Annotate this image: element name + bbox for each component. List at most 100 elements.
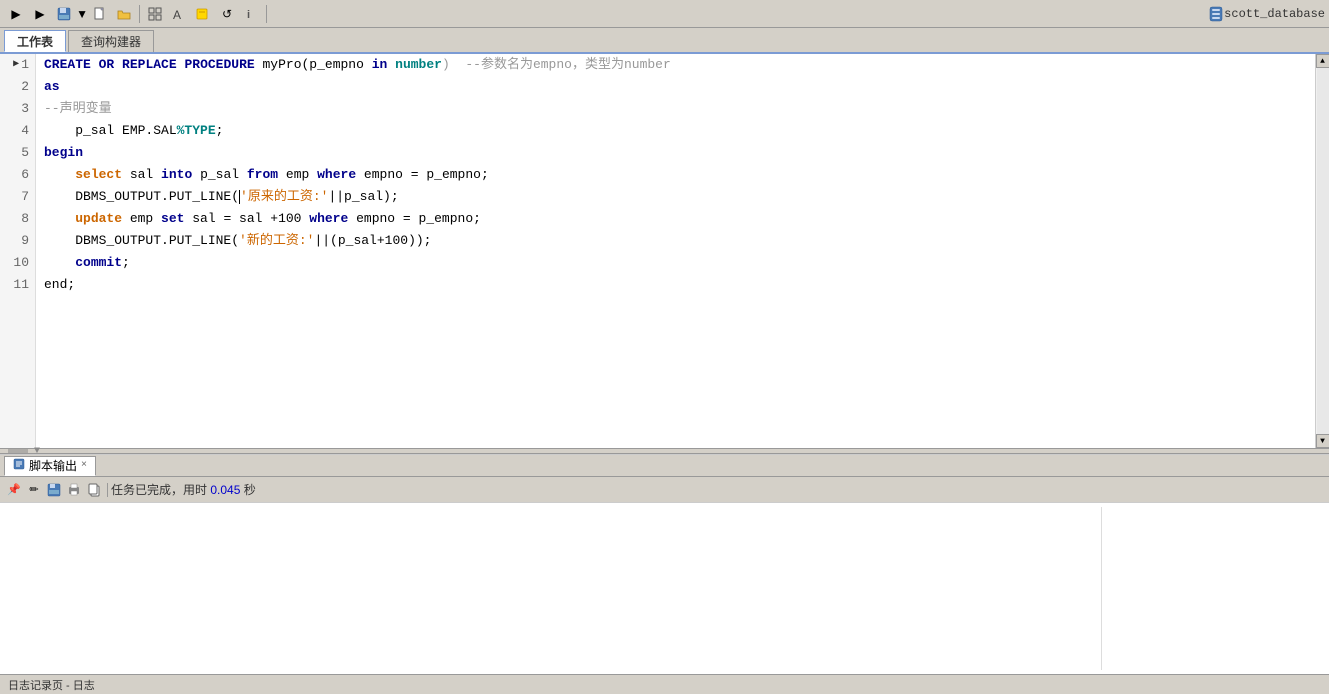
line-arrow-1: ▶ (13, 54, 19, 76)
output-toolbar-sep (107, 483, 108, 497)
token-4-2: ; (216, 120, 224, 142)
code-line-8: update emp set sal = sal +100 where empn… (36, 208, 1315, 230)
token-6-6: emp (278, 164, 317, 186)
code-line-5: begin (36, 142, 1315, 164)
run-button[interactable]: ▶ (5, 3, 27, 25)
output-tab-script[interactable]: 脚本输出 × (4, 456, 96, 476)
new-file-button[interactable] (89, 3, 111, 25)
line-num-10: 10 (0, 252, 35, 274)
status-time: 0.045 (210, 483, 240, 497)
status-label: 任务已完成，用时 0.045 秒 (111, 481, 256, 498)
line-num-2: 2 (0, 76, 35, 98)
token-1-8: in (372, 54, 388, 76)
token-1-10: number (395, 54, 442, 76)
status-bar: 日志记录页 - 日志 (0, 674, 1329, 694)
pin-button[interactable]: 📌 (5, 481, 23, 499)
token-2-0: as (44, 76, 60, 98)
token-7-2: ||p_sal); (328, 186, 398, 208)
token-6-1: select (75, 164, 122, 186)
grid-button[interactable] (144, 3, 166, 25)
save-output-button[interactable] (45, 481, 63, 499)
output-toolbar: 📌 ✏ 任务已完成，用时 0.045 秒 (0, 477, 1329, 503)
output-tab-label: 脚本输出 (29, 457, 77, 474)
info-button[interactable]: i (240, 3, 262, 25)
status-label-text: 任务已完成，用时 (111, 483, 210, 497)
output-main (8, 507, 1101, 670)
code-line-10: commit; (36, 252, 1315, 274)
tab-query-builder-label: 查询构建器 (81, 33, 141, 50)
token-9-1: '新的工资:' (239, 230, 314, 252)
save-button[interactable] (53, 3, 75, 25)
edit-button[interactable]: ✏ (25, 481, 43, 499)
highlight-button[interactable] (192, 3, 214, 25)
token-8-2: emp (122, 208, 161, 230)
token-8-4: sal = sal +100 (184, 208, 309, 230)
output-tab-close[interactable]: × (81, 460, 87, 471)
clipboard-button[interactable] (85, 481, 103, 499)
token-1-5 (177, 54, 185, 76)
status-bar-label: 日志记录页 - 日志 (8, 677, 95, 693)
line-numbers: ▶1234567891011 (0, 54, 36, 448)
token-8-6: empno = p_empno; (348, 208, 481, 230)
open-file-button[interactable] (113, 3, 135, 25)
save-dropdown-button[interactable]: ▼ (77, 3, 87, 25)
code-line-7: DBMS_OUTPUT.PUT_LINE('原来的工资:'||p_sal); (36, 186, 1315, 208)
tab-worksheet-label: 工作表 (17, 33, 53, 50)
run2-button[interactable]: ▶ (29, 3, 51, 25)
token-6-2: sal (122, 164, 161, 186)
token-9-0: DBMS_OUTPUT.PUT_LINE( (44, 230, 239, 252)
token-1-9 (387, 54, 395, 76)
refresh-button[interactable]: ↺ (216, 3, 238, 25)
code-line-1: CREATE OR REPLACE PROCEDURE myPro(p_empn… (36, 54, 1315, 76)
token-10-0 (44, 252, 75, 274)
line-num-1: ▶1 (0, 54, 35, 76)
token-1-11: ) --参数名为empno，类型为number (442, 54, 671, 76)
token-6-7: where (317, 164, 356, 186)
token-9-2: ||(p_sal+100)); (314, 230, 431, 252)
output-panel: 脚本输出 × 📌 ✏ 任务已 (0, 454, 1329, 674)
token-11-0: end; (44, 274, 75, 296)
token-4-1: %TYPE (177, 120, 216, 142)
line-num-9: 9 (0, 230, 35, 252)
line-num-3: 3 (0, 98, 35, 120)
find-button[interactable]: A (168, 3, 190, 25)
code-area[interactable]: CREATE OR REPLACE PROCEDURE myPro(p_empn… (36, 54, 1315, 448)
token-3-0: --声明变量 (44, 98, 112, 120)
output-side (1101, 507, 1321, 670)
scrollbar-area[interactable]: ▲ ▼ (1315, 54, 1329, 448)
token-6-3: into (161, 164, 192, 186)
svg-text:i: i (247, 9, 250, 21)
toolbar-sep-2 (266, 5, 267, 23)
line-num-7: 7 (0, 186, 35, 208)
main-toolbar: ▶ ▶ ▼ A (0, 0, 1329, 28)
tab-worksheet[interactable]: 工作表 (4, 30, 66, 52)
token-1-7: myPro(p_empno (255, 54, 372, 76)
token-8-3: set (161, 208, 184, 230)
scroll-up-arrow[interactable]: ▲ (1316, 54, 1329, 68)
token-1-3 (114, 54, 122, 76)
editor-container: ▶1234567891011 CREATE OR REPLACE PROCEDU… (0, 54, 1329, 448)
token-4-0: p_sal EMP.SAL (44, 120, 177, 142)
status-unit: 秒 (240, 483, 255, 497)
line-num-11: 11 (0, 274, 35, 296)
code-line-9: DBMS_OUTPUT.PUT_LINE('新的工资:'||(p_sal+100… (36, 230, 1315, 252)
code-line-3: --声明变量 (36, 98, 1315, 120)
line-num-8: 8 (0, 208, 35, 230)
token-1-6: PROCEDURE (184, 54, 254, 76)
db-name: scott_database (1224, 7, 1325, 21)
output-tab-icon (13, 458, 25, 474)
token-8-1: update (75, 208, 122, 230)
token-6-8: empno = p_empno; (356, 164, 489, 186)
print-button[interactable] (65, 481, 83, 499)
output-tab-bar: 脚本输出 × (0, 455, 1329, 477)
token-8-0 (44, 208, 75, 230)
code-line-6: select sal into p_sal from emp where emp… (36, 164, 1315, 186)
code-line-4: p_sal EMP.SAL%TYPE; (36, 120, 1315, 142)
toolbar-sep-1 (139, 5, 140, 23)
editor-tab-bar: 工作表 查询构建器 (0, 28, 1329, 54)
token-8-5: where (309, 208, 348, 230)
output-content (0, 503, 1329, 674)
code-line-2: as (36, 76, 1315, 98)
tab-query-builder[interactable]: 查询构建器 (68, 30, 154, 52)
scroll-track[interactable] (1317, 68, 1329, 434)
